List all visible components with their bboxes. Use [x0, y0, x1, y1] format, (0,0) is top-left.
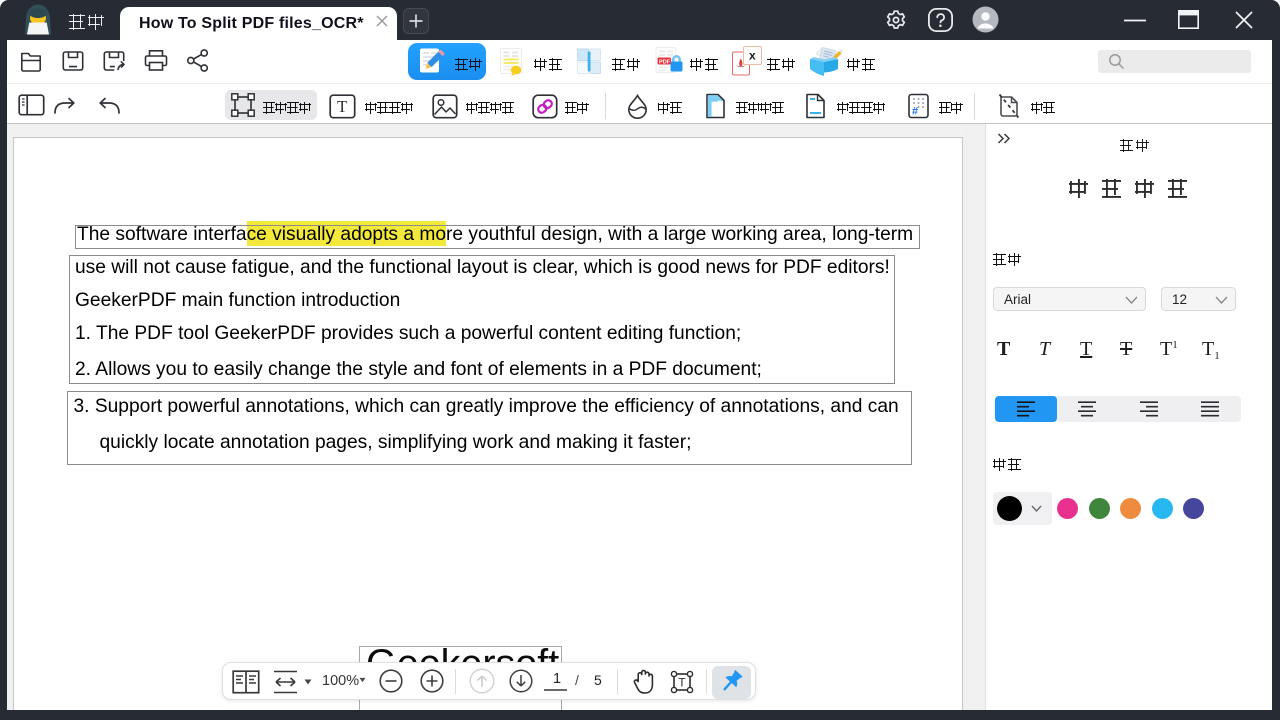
svg-text:PDF: PDF	[659, 59, 671, 65]
svg-text:T: T	[337, 97, 348, 116]
svg-text:T: T	[678, 676, 686, 690]
svg-text:x: x	[749, 49, 756, 63]
svg-text:#: #	[912, 106, 918, 118]
